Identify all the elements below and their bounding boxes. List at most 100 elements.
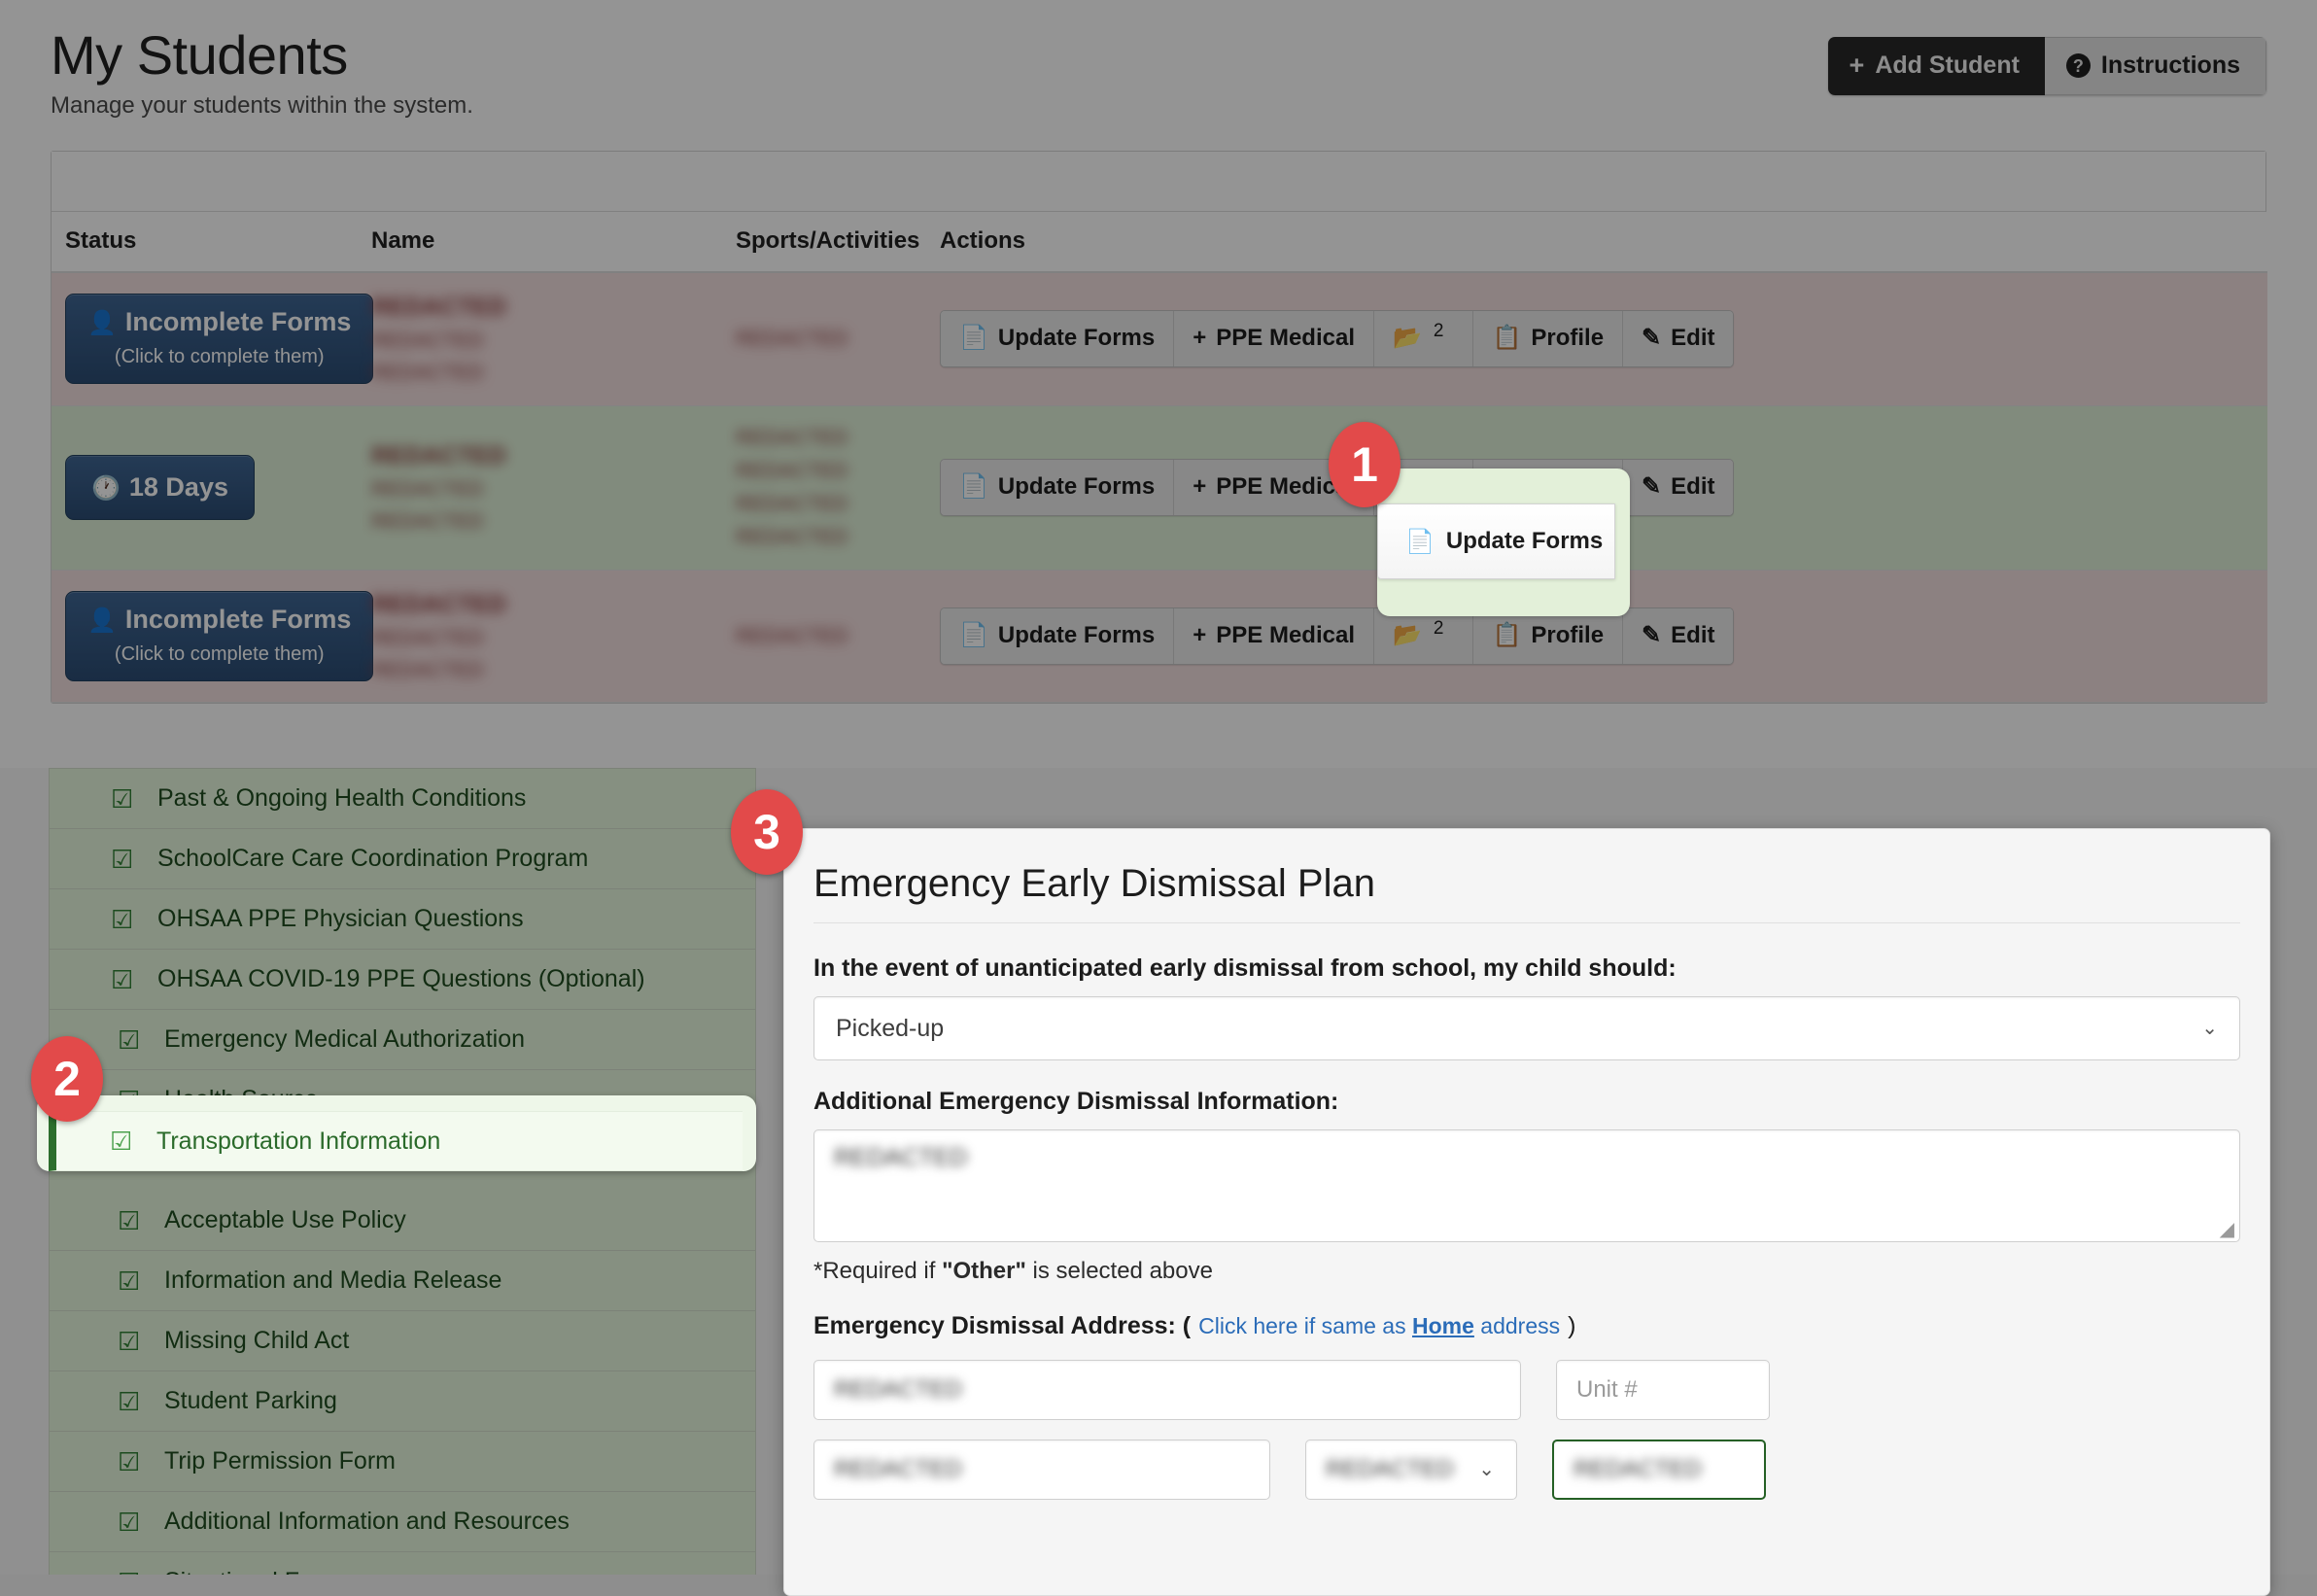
name-cell: REDACTED REDACTED REDACTED bbox=[358, 570, 722, 704]
table-toolbar bbox=[52, 151, 2265, 212]
check-square-icon: ☑ bbox=[118, 1386, 141, 1416]
column-header-sports: Sports/Activities bbox=[722, 211, 926, 273]
check-square-icon: ☑ bbox=[118, 1024, 141, 1055]
sidebar-item-past-ongoing-health-conditions[interactable]: ☑ Past & Ongoing Health Conditions bbox=[50, 769, 755, 829]
check-square-icon: ☑ bbox=[111, 904, 134, 934]
city-value: REDACTED bbox=[834, 1456, 963, 1482]
status-badge-line2: (Click to complete them) bbox=[114, 643, 325, 666]
status-cell: 👤 Incomplete Forms (Click to complete the… bbox=[52, 271, 374, 406]
address-label: Emergency Dismissal Address: ( bbox=[813, 1312, 1192, 1339]
resize-grip-icon[interactable]: ◢ bbox=[2220, 1220, 2234, 1239]
status-badge[interactable]: 👤 Incomplete Forms (Click to complete the… bbox=[65, 294, 374, 385]
students-table-wrapper: Status Name Sports/Activities Actions 👤 … bbox=[51, 150, 2267, 705]
profile-button[interactable]: 📋 Profile bbox=[1473, 311, 1624, 367]
state-select[interactable]: REDACTED ⌄ bbox=[1305, 1440, 1517, 1500]
additional-info-value: REDACTED bbox=[834, 1144, 968, 1171]
table-row: 👤 Incomplete Forms (Click to complete the… bbox=[52, 271, 2267, 406]
edit-button[interactable]: ✎ Edit bbox=[1623, 460, 1734, 516]
emergency-early-dismissal-plan-panel: Emergency Early Dismissal Plan In the ev… bbox=[783, 828, 2270, 1596]
column-header-status[interactable]: Status bbox=[52, 211, 358, 273]
instructions-button[interactable]: ? Instructions bbox=[2044, 37, 2266, 95]
file-icon: 📄 bbox=[959, 473, 988, 501]
unit-number-placeholder: Unit # bbox=[1576, 1376, 1638, 1403]
dismissal-question-label: In the event of unanticipated early dism… bbox=[813, 954, 1677, 982]
documents-button[interactable]: 📂 2 bbox=[1374, 311, 1474, 367]
students-table: Status Name Sports/Activities Actions 👤 … bbox=[52, 211, 2267, 704]
sports-list-redacted: REDACTED REDACTED REDACTED REDACTED bbox=[736, 426, 848, 548]
column-header-name[interactable]: Name bbox=[358, 211, 722, 273]
sidebar-item-ohsaa-covid19-ppe-questions[interactable]: ☑ OHSAA COVID-19 PPE Questions (Optional… bbox=[50, 950, 755, 1010]
pencil-square-icon: ✎ bbox=[1642, 325, 1662, 352]
add-student-button[interactable]: + Add Student bbox=[1827, 37, 2045, 95]
plus-icon: + bbox=[1193, 622, 1207, 649]
instructions-label: Instructions bbox=[2100, 52, 2240, 79]
update-forms-button-highlighted[interactable]: 📄 Update Forms bbox=[1377, 503, 1615, 579]
sidebar-item-additional-information-and-resources[interactable]: ☑ Additional Information and Resources bbox=[50, 1492, 755, 1552]
documents-count: 2 bbox=[1433, 618, 1444, 640]
list-icon: 📋 bbox=[1492, 622, 1522, 649]
list-icon: 📋 bbox=[1492, 325, 1522, 352]
status-cell: 🕐 18 Days bbox=[52, 405, 358, 571]
status-badge[interactable]: 👤 Incomplete Forms (Click to complete the… bbox=[65, 591, 374, 682]
street-address-input[interactable]: REDACTED bbox=[813, 1360, 1521, 1420]
update-forms-button[interactable]: 📄 Update Forms bbox=[941, 460, 1175, 516]
dismissal-select-value: Picked-up bbox=[836, 1014, 945, 1042]
status-badge-line1: 👤 Incomplete Forms bbox=[87, 307, 352, 337]
table-row: 🕐 18 Days REDACTED REDACTED REDACTED RED… bbox=[52, 405, 2267, 571]
sidebar-item-information-and-media-release[interactable]: ☑ Information and Media Release bbox=[50, 1251, 755, 1311]
street-address-value: REDACTED bbox=[834, 1376, 963, 1403]
address-paren-close: ) bbox=[1568, 1312, 1576, 1339]
check-square-icon: ☑ bbox=[118, 1446, 141, 1476]
update-forms-button[interactable]: 📄 Update Forms bbox=[941, 608, 1175, 665]
sidebar-item-ohsaa-ppe-physician-questions[interactable]: ☑ OHSAA PPE Physician Questions bbox=[50, 889, 755, 950]
student-name-redacted: REDACTED REDACTED REDACTED bbox=[371, 441, 506, 533]
status-badge[interactable]: 🕐 18 Days bbox=[65, 455, 255, 521]
question-circle-icon: ? bbox=[2065, 53, 2091, 78]
unit-number-input[interactable]: Unit # bbox=[1556, 1360, 1770, 1420]
city-input[interactable]: REDACTED bbox=[813, 1440, 1270, 1500]
state-value: REDACTED bbox=[1326, 1456, 1455, 1482]
panel-divider bbox=[813, 922, 2240, 923]
profile-button[interactable]: 📋 Profile bbox=[1473, 608, 1624, 665]
sidebar-item-schoolcare-care-coordination-program[interactable]: ☑ SchoolCare Care Coordination Program bbox=[50, 829, 755, 889]
chevron-down-icon: ⌄ bbox=[2201, 1018, 2218, 1039]
file-icon: 📄 bbox=[959, 325, 988, 352]
check-square-icon: ☑ bbox=[111, 783, 134, 814]
required-note: *Required if "Other" is selected above bbox=[813, 1258, 1213, 1284]
edit-button[interactable]: ✎ Edit bbox=[1623, 311, 1734, 367]
sidebar-item-transportation-information[interactable]: ☑ Transportation Information bbox=[49, 1111, 743, 1171]
documents-button[interactable]: 📂 2 bbox=[1374, 608, 1474, 665]
update-forms-button[interactable]: 📄 Update Forms bbox=[941, 311, 1175, 367]
sports-cell: REDACTED bbox=[722, 570, 926, 704]
sidebar-item-emergency-medical-authorization[interactable]: ☑ Emergency Medical Authorization bbox=[50, 1010, 755, 1070]
folder-icon: 📂 bbox=[1393, 622, 1422, 649]
my-students-page: My Students Manage your students within … bbox=[0, 0, 2317, 778]
sidebar-item-missing-child-act[interactable]: ☑ Missing Child Act bbox=[50, 1311, 755, 1371]
zip-code-input[interactable]: REDACTED bbox=[1552, 1440, 1766, 1500]
additional-info-label: Additional Emergency Dismissal Informati… bbox=[813, 1088, 1339, 1115]
same-as-home-address-link[interactable]: Click here if same as Home address bbox=[1198, 1313, 1560, 1339]
add-student-label: Add Student bbox=[1875, 52, 2020, 79]
sidebar-item-acceptable-use-policy[interactable]: ☑ Acceptable Use Policy bbox=[50, 1191, 755, 1251]
folder-icon: 📂 bbox=[1393, 325, 1422, 352]
user-times-icon: 👤 bbox=[87, 607, 117, 635]
sports-cell: REDACTED REDACTED REDACTED REDACTED bbox=[722, 405, 926, 571]
check-square-icon: ☑ bbox=[118, 1507, 141, 1537]
ppe-medical-button[interactable]: + PPE Medical bbox=[1174, 311, 1374, 367]
edit-button[interactable]: ✎ Edit bbox=[1623, 608, 1734, 665]
sidebar-item-trip-permission-form[interactable]: ☑ Trip Permission Form bbox=[50, 1432, 755, 1492]
file-icon: 📄 bbox=[1405, 528, 1435, 555]
pencil-square-icon: ✎ bbox=[1642, 622, 1662, 649]
file-icon: 📄 bbox=[959, 622, 988, 649]
forms-sidebar-list: ☑ Past & Ongoing Health Conditions ☑ Sch… bbox=[49, 768, 756, 1596]
check-square-icon: ☑ bbox=[118, 1205, 141, 1235]
sidebar-item-student-parking[interactable]: ☑ Student Parking bbox=[50, 1371, 755, 1432]
screenshot-canvas: My Students Manage your students within … bbox=[0, 0, 2317, 1596]
additional-info-textarea[interactable]: REDACTED ◢ bbox=[813, 1129, 2240, 1242]
plus-icon: + bbox=[1193, 325, 1207, 352]
check-square-icon: ☑ bbox=[111, 844, 134, 874]
dismissal-select[interactable]: Picked-up ⌄ bbox=[813, 996, 2240, 1060]
ppe-medical-button[interactable]: + PPE Medical bbox=[1174, 608, 1374, 665]
clock-icon: 🕐 bbox=[91, 475, 121, 503]
documents-count: 2 bbox=[1433, 321, 1444, 342]
